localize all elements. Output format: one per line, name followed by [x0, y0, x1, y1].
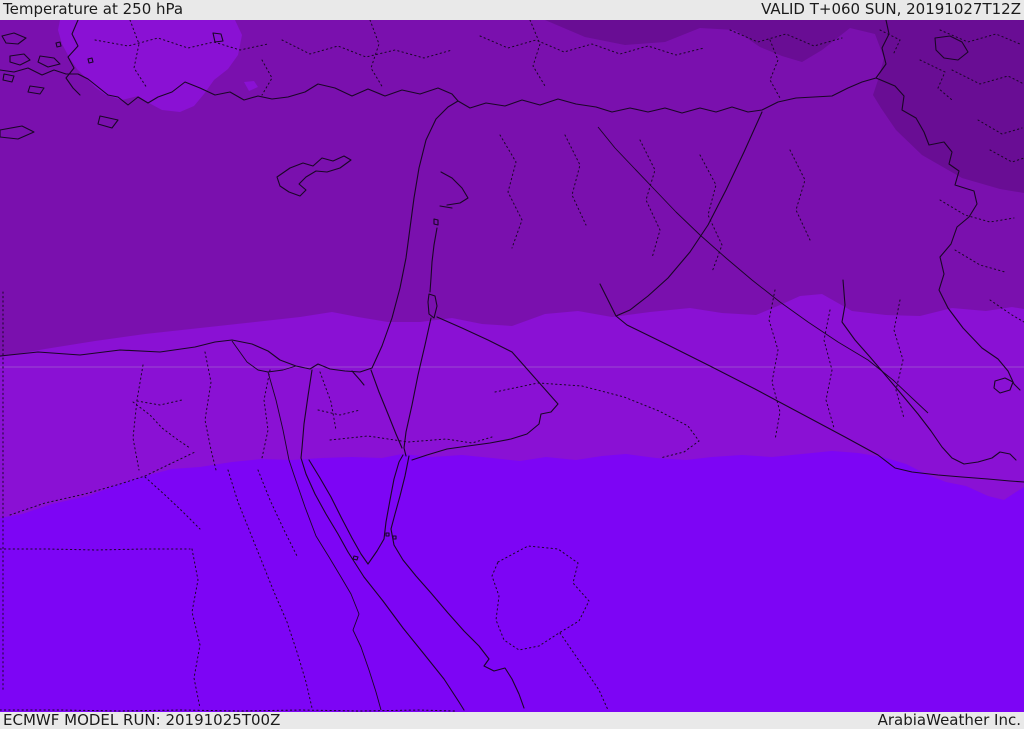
weather-map [0, 20, 1024, 712]
map-title: Temperature at 250 hPa [3, 0, 184, 18]
footer-bar: ECMWF MODEL RUN: 20191025T00Z ArabiaWeat… [0, 712, 1024, 729]
temperature-bands [0, 20, 1024, 712]
weather-map-svg [0, 20, 1024, 712]
valid-time-label: VALID T+060 SUN, 20191027T12Z [761, 0, 1021, 18]
band-violet-south [0, 451, 1024, 712]
header-bar: Temperature at 250 hPa VALID T+060 SUN, … [0, 0, 1024, 20]
credit-label: ArabiaWeather Inc. [877, 711, 1021, 729]
model-run-label: ECMWF MODEL RUN: 20191025T00Z [3, 711, 281, 729]
